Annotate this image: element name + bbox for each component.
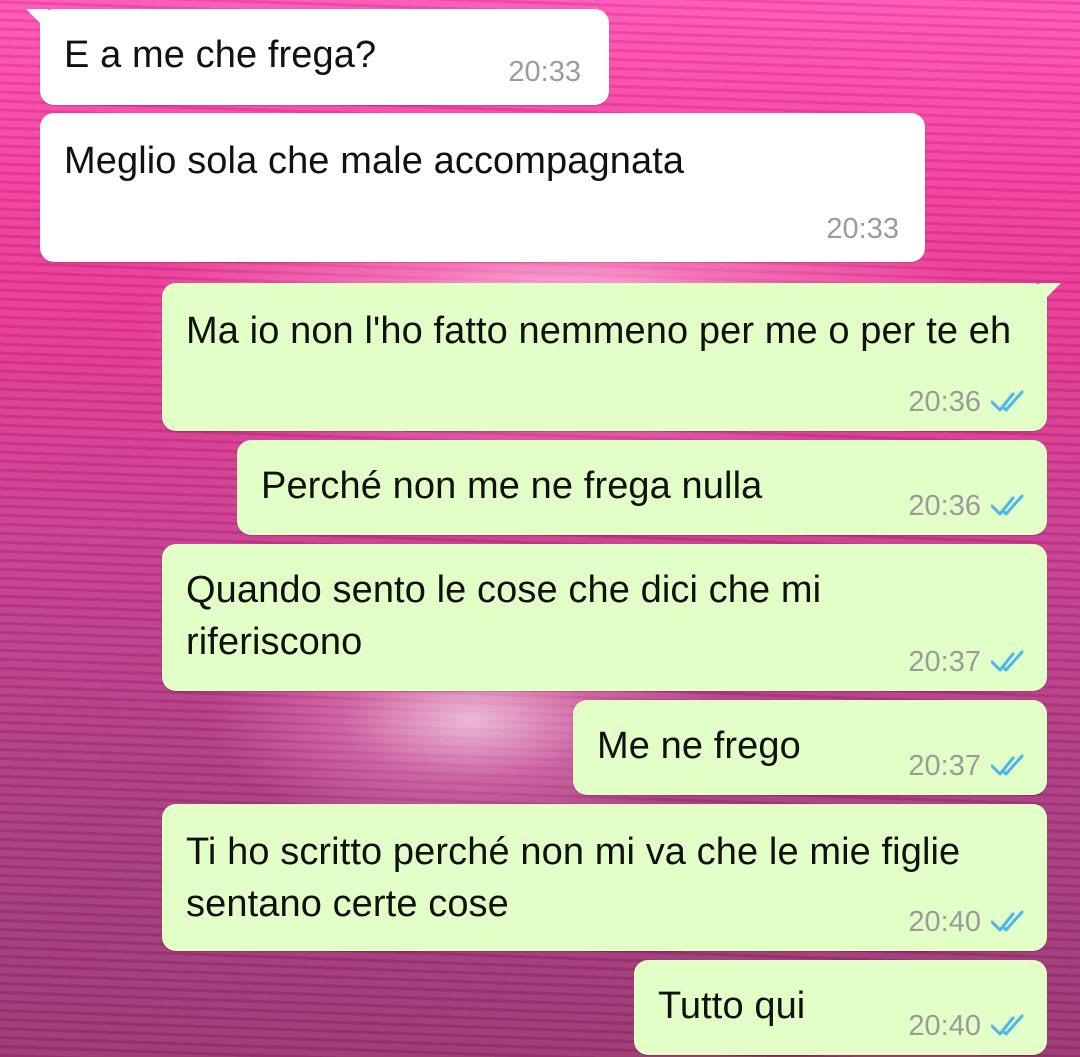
chat-conversation: E a me che frega? 20:33 Meglio sola che …	[0, 0, 1080, 1057]
message-meta: 20:37	[908, 749, 1025, 783]
message-time: 20:37	[908, 750, 981, 782]
message-meta: 20:37	[908, 645, 1025, 679]
message-text: Ti ho scritto perché non mi va che le mi…	[186, 831, 961, 925]
message-meta: 20:33	[826, 212, 899, 246]
message-bubble-outgoing[interactable]: Ti ho scritto perché non mi va che le mi…	[162, 804, 1047, 951]
message-bubble-outgoing[interactable]: Tutto qui 20:40	[634, 960, 1047, 1055]
message-time: 20:40	[908, 906, 981, 938]
double-check-icon	[991, 494, 1024, 516]
message-meta: 20:40	[908, 905, 1025, 939]
message-bubble-outgoing[interactable]: Perché non me ne frega nulla 20:36	[237, 440, 1047, 535]
message-text: Me ne frego	[597, 725, 801, 767]
double-check-icon	[991, 910, 1024, 932]
message-meta: 20:33	[508, 55, 581, 89]
message-time: 20:36	[908, 490, 981, 522]
message-text: E a me che frega?	[64, 34, 377, 76]
message-text: Quando sento le cose che dici che mi rif…	[186, 569, 822, 663]
message-time: 20:36	[908, 386, 981, 418]
bubble-tail	[1039, 283, 1061, 305]
message-bubble-outgoing[interactable]: Me ne frego 20:37	[573, 700, 1047, 795]
message-bubble-incoming[interactable]: Meglio sola che male accompagnata 20:33	[40, 113, 925, 262]
message-time: 20:33	[826, 213, 899, 245]
double-check-icon	[991, 1014, 1024, 1036]
message-text: Tutto qui	[658, 985, 806, 1027]
double-check-icon	[991, 390, 1024, 412]
message-time: 20:40	[908, 1010, 981, 1042]
message-meta: 20:36	[908, 489, 1025, 523]
message-time: 20:37	[908, 646, 981, 678]
message-bubble-outgoing[interactable]: Quando sento le cose che dici che mi rif…	[162, 544, 1047, 691]
message-text: Ma io non l'ho fatto nemmeno per me o pe…	[186, 310, 1012, 352]
message-bubble-outgoing[interactable]: Ma io non l'ho fatto nemmeno per me o pe…	[162, 283, 1061, 431]
message-text: Perché non me ne frega nulla	[261, 465, 763, 507]
bubble-tail	[26, 9, 48, 31]
message-text: Meglio sola che male accompagnata	[64, 140, 685, 182]
message-meta: 20:40	[908, 1009, 1025, 1043]
message-meta: 20:36	[908, 385, 1025, 419]
message-time: 20:33	[508, 56, 581, 88]
message-bubble-incoming[interactable]: E a me che frega? 20:33	[26, 9, 609, 105]
double-check-icon	[991, 754, 1024, 776]
double-check-icon	[991, 650, 1024, 672]
